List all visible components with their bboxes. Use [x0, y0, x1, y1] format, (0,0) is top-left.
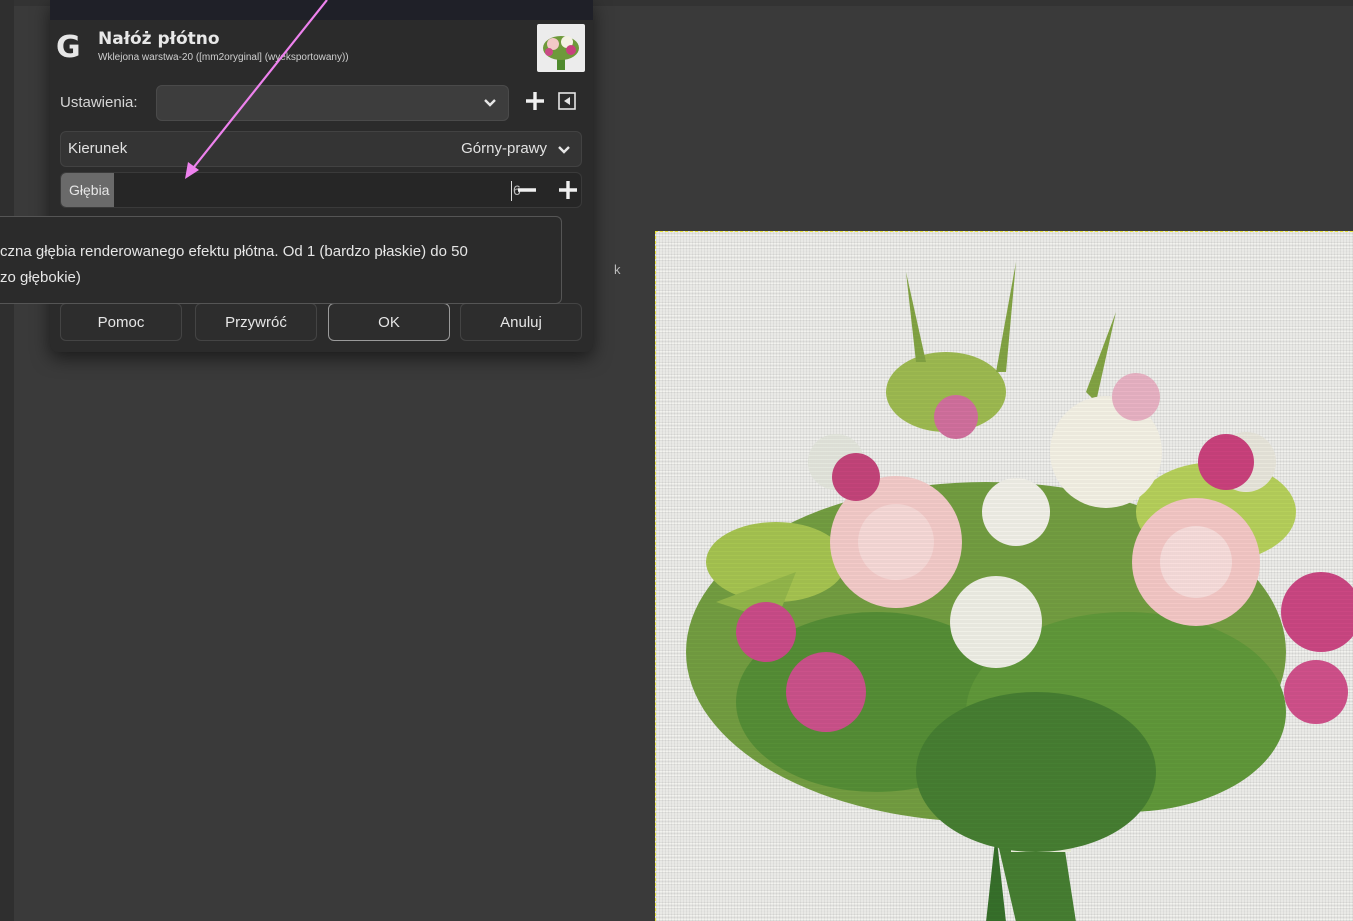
- depth-decrease-button[interactable]: [516, 172, 538, 208]
- tooltip-line-1: czna głębia renderowanego efektu płótna.…: [0, 243, 468, 260]
- help-button[interactable]: Pomoc: [60, 303, 182, 341]
- reset-button[interactable]: Przywróć: [195, 303, 317, 341]
- collapse-icon[interactable]: [558, 92, 576, 110]
- depth-increase-button[interactable]: [556, 172, 580, 208]
- bouquet-image: [656, 232, 1353, 921]
- text-cursor: [511, 181, 512, 201]
- tooltip-line-2: zo głębokie): [0, 269, 81, 286]
- chevron-down-icon: [484, 99, 496, 107]
- hidden-option-fragment: k: [614, 262, 621, 277]
- add-preset-button[interactable]: [524, 88, 546, 114]
- ok-button[interactable]: OK: [328, 303, 450, 341]
- direction-value: Górny-prawy: [461, 140, 547, 157]
- layer-thumbnail: [537, 24, 585, 72]
- cancel-button[interactable]: Anuluj: [460, 303, 582, 341]
- depth-tooltip: czna głębia renderowanego efektu płótna.…: [0, 216, 562, 304]
- tooltip-text: czna głębia renderowanego efektu płótna.…: [0, 239, 556, 291]
- image-canvas[interactable]: [655, 231, 1353, 921]
- chevron-down-icon: [558, 146, 570, 154]
- annotation-arrow: [185, 0, 328, 179]
